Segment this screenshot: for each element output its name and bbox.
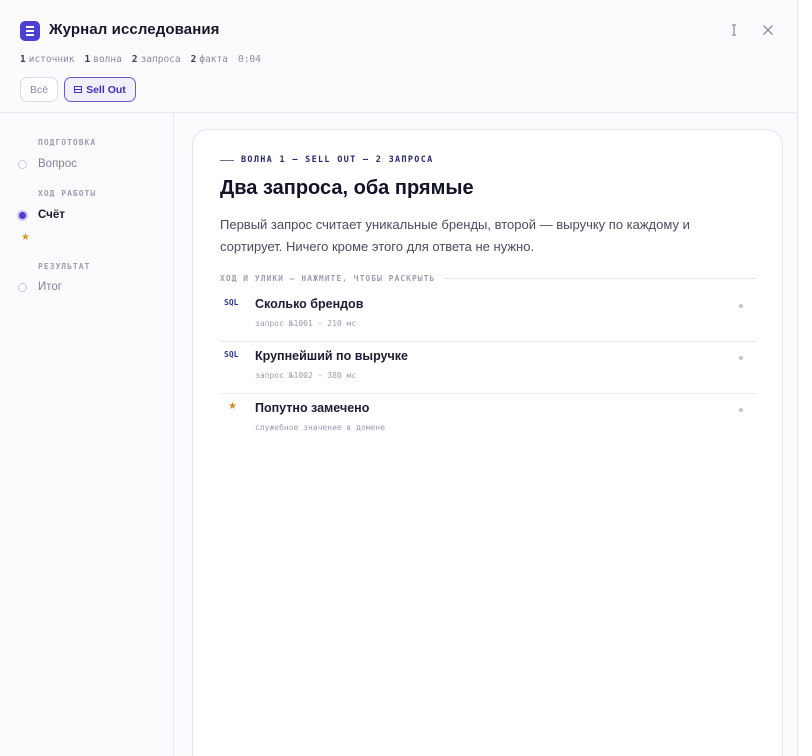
dash-divider bbox=[220, 159, 234, 161]
stat-sources: 1 источник bbox=[20, 54, 75, 65]
sql-icon: SQL bbox=[224, 298, 239, 307]
star-icon: ★ bbox=[21, 232, 30, 243]
table-icon bbox=[74, 86, 83, 93]
expand-dot-icon[interactable] bbox=[739, 304, 743, 308]
filter-all-button[interactable]: Всё bbox=[20, 77, 59, 102]
journal-panel: Журнал исследования 1 источник 1 волна 2 за… bbox=[0, 0, 798, 756]
stats-bar: 1 источник 1 волна 2 запроса 2 факта 0:04 bbox=[20, 54, 261, 65]
section-label-preparation: ПОДГОТОВКА bbox=[38, 138, 97, 147]
text-cursor-icon[interactable] bbox=[726, 22, 742, 38]
journal-icon bbox=[20, 21, 40, 41]
clue-title: Сколько брендов bbox=[255, 297, 364, 311]
step-dot-icon bbox=[18, 282, 27, 292]
clue-title: Крупнейший по выручке bbox=[255, 349, 408, 363]
expand-dot-icon[interactable] bbox=[739, 356, 743, 360]
clue-meta: служебное значение в домене bbox=[255, 423, 386, 432]
clue-item-top-revenue[interactable]: SQL Крупнейший по выручке запрос №1002 ·… bbox=[220, 342, 757, 394]
panel-header: Журнал исследования 1 источник 1 волна 2 за… bbox=[0, 0, 797, 113]
clue-title: Попутно замечено bbox=[255, 401, 370, 415]
clue-meta: запрос №1001 · 210 мс bbox=[255, 319, 357, 328]
section-label-result: РЕЗУЛЬТАТ bbox=[38, 262, 91, 271]
clues-label: ХОД И УЛИКИ — НАЖМИТЕ, ЧТОБЫ РАСКРЫТЬ bbox=[220, 274, 436, 283]
star-icon: ★ bbox=[228, 401, 237, 412]
active-step-dot-icon bbox=[17, 209, 28, 221]
sidebar-item-label: Счёт bbox=[38, 209, 65, 221]
elapsed-time: 0:04 bbox=[237, 54, 261, 65]
wave-label: ВОЛНА 1 — SELL OUT — 2 ЗАПРОСА bbox=[241, 155, 434, 165]
stage-sidebar: ПОДГОТОВКА Вопрос ХОД РАБОТЫ Счёт ★ РЕЗУ… bbox=[0, 113, 174, 756]
clue-item-brand-count[interactable]: SQL Сколько брендов запрос №1001 · 210 м… bbox=[220, 290, 757, 342]
sidebar-item-label: Итог bbox=[38, 281, 62, 293]
close-icon[interactable] bbox=[760, 22, 776, 38]
expand-dot-icon[interactable] bbox=[739, 408, 743, 412]
sidebar-item-result[interactable]: Итог bbox=[18, 281, 62, 293]
sql-icon: SQL bbox=[224, 350, 239, 359]
wave-header: ВОЛНА 1 — SELL OUT — 2 ЗАПРОСА bbox=[220, 155, 434, 165]
stat-queries: 2 запроса bbox=[131, 54, 181, 65]
sidebar-item-question[interactable]: Вопрос bbox=[18, 158, 77, 170]
card-description: Первый запрос считает уникальные бренды,… bbox=[220, 217, 690, 254]
panel-title: Журнал исследования bbox=[49, 21, 220, 38]
clues-header: ХОД И УЛИКИ — НАЖМИТЕ, ЧТОБЫ РАСКРЫТЬ bbox=[220, 274, 757, 283]
filter-sellout-label: Sell Out bbox=[86, 83, 126, 96]
card-title: Два запроса, оба прямые bbox=[220, 177, 474, 199]
stat-facts: 2 факта bbox=[190, 54, 228, 65]
filter-bar: Всё Sell Out bbox=[20, 77, 136, 102]
stat-waves: 1 волна bbox=[84, 54, 122, 65]
clue-item-side-note[interactable]: ★ Попутно замечено служебное значение в … bbox=[220, 394, 757, 446]
sidebar-item-count[interactable]: Счёт bbox=[17, 209, 65, 221]
sidebar-item-label: Вопрос bbox=[38, 158, 77, 170]
filter-all-label: Всё bbox=[30, 83, 49, 96]
divider bbox=[443, 278, 757, 279]
wave-card: ВОЛНА 1 — SELL OUT — 2 ЗАПРОСА Два запро… bbox=[192, 129, 783, 756]
filter-sellout-button[interactable]: Sell Out bbox=[64, 77, 136, 102]
section-label-progress: ХОД РАБОТЫ bbox=[38, 189, 97, 198]
clue-meta: запрос №1002 · 380 мс bbox=[255, 371, 357, 380]
step-dot-icon bbox=[18, 159, 27, 169]
